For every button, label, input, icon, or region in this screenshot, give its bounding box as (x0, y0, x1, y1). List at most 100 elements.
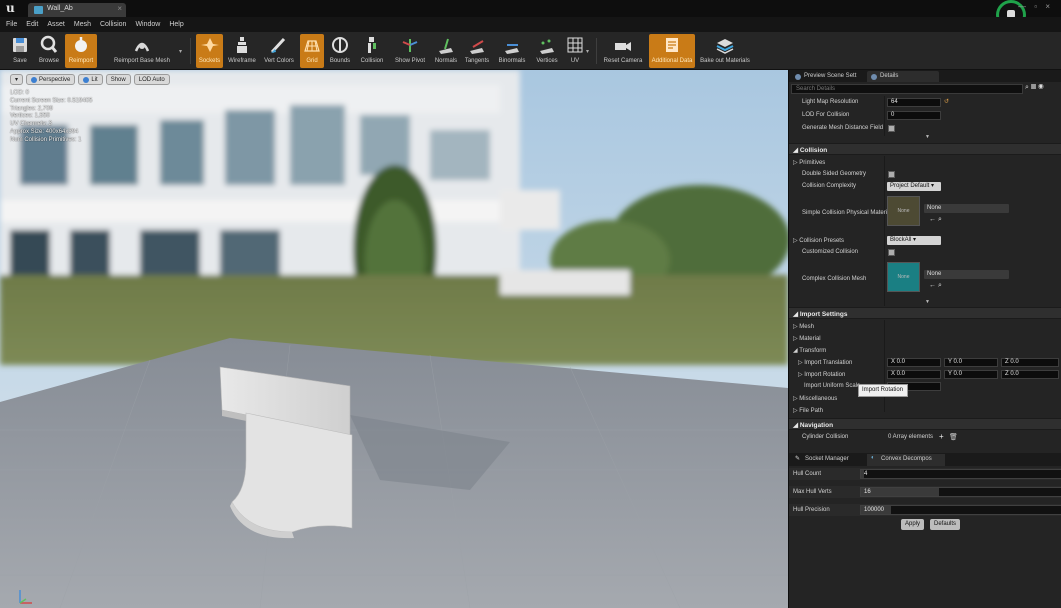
toolbar-divider (190, 38, 191, 64)
vertices-button[interactable]: Vertices (532, 34, 562, 68)
category-collision[interactable]: ◢ Collision (789, 143, 1061, 155)
menu-help[interactable]: Help (169, 21, 183, 28)
category-import-settings[interactable]: ◢ Import Settings (789, 307, 1061, 319)
translation-y-input[interactable]: Y 0.0 (944, 358, 998, 367)
eye-icon[interactable]: ◉ (1038, 84, 1044, 91)
physical-material-thumbnail[interactable]: None (887, 196, 920, 226)
menu-mesh[interactable]: Mesh (74, 21, 91, 28)
lit-button[interactable]: Lit (78, 74, 103, 85)
uv-button[interactable]: UV (565, 34, 585, 68)
viewport-options-button[interactable]: ▾ (10, 74, 24, 85)
reimport-button[interactable]: Reimport (65, 34, 97, 68)
menu-collision[interactable]: Collision (100, 21, 126, 28)
complex-mesh-thumbnail[interactable]: None (887, 262, 920, 292)
window-controls[interactable]: — ▫ × (1018, 2, 1053, 11)
translation-z-input[interactable]: Z 0.0 (1001, 358, 1059, 367)
miscellaneous-row[interactable]: ▷ Miscellaneous (789, 393, 1061, 404)
chevron-down-icon[interactable]: ▾ (586, 48, 589, 55)
search-icon[interactable]: ⌕ (1025, 84, 1029, 91)
menu-edit[interactable]: Edit (26, 21, 38, 28)
browse-button[interactable]: Browse (36, 34, 62, 68)
tab-preview-scene-settings[interactable]: Preview Scene Sett (791, 71, 860, 82)
complex-mesh-dropdown[interactable]: None (924, 270, 1009, 279)
vert-colors-icon (270, 37, 286, 54)
file-path-row[interactable]: ▷ File Path (789, 405, 1061, 416)
collision-complexity-dropdown[interactable]: Project Default ▾ (887, 182, 941, 191)
show-button[interactable]: Show (105, 74, 131, 85)
menu-file[interactable]: File (6, 21, 17, 28)
grid-button[interactable]: Grid (300, 34, 324, 68)
tangents-icon (470, 40, 484, 54)
import-mesh-row[interactable]: ▷ Mesh (789, 321, 1061, 332)
add-element-icon[interactable]: + (939, 432, 944, 441)
import-transform-row[interactable]: ◢ Transform (789, 345, 1061, 356)
expand-advanced-icon[interactable]: ▼ (925, 299, 931, 305)
additional-data-button[interactable]: Additional Data (649, 34, 695, 68)
tab-socket-manager[interactable]: ✎ Socket Manager (791, 454, 863, 466)
reset-camera-button[interactable]: Reset Camera (602, 34, 644, 68)
light-map-resolution-input[interactable]: 64 (887, 98, 941, 107)
double-sided-checkbox[interactable] (888, 171, 895, 178)
reset-arrow-icon[interactable]: ↺ (944, 98, 949, 105)
rotation-x-input[interactable]: X 0.0 (887, 370, 941, 379)
normals-button[interactable]: Normals (432, 34, 460, 68)
collision-button[interactable]: Collision (356, 34, 388, 68)
tab-details[interactable]: Details (867, 71, 939, 82)
primitives-row[interactable]: ▷ Primitives (789, 157, 1061, 168)
physical-material-dropdown[interactable]: None (924, 204, 1009, 213)
hull-count-row: Hull Count 4 (789, 468, 1061, 480)
collapse-arrow-icon: ◢ (793, 311, 800, 318)
document-tab[interactable]: Wall_Ab × (28, 3, 126, 17)
vert-colors-button[interactable]: Vert Colors (261, 34, 297, 68)
browse-asset-icon[interactable]: ← ⌕ (929, 282, 942, 290)
browse-asset-icon[interactable]: ← ⌕ (929, 216, 942, 224)
reimport-base-mesh-button[interactable]: Reimport Base Mesh (104, 34, 180, 68)
collision-presets-dropdown[interactable]: BlockAll ▾ (887, 236, 941, 245)
menu-asset[interactable]: Asset (47, 21, 65, 28)
bounds-button[interactable]: Bounds (327, 34, 353, 68)
hull-count-slider[interactable]: 4 (860, 469, 1061, 479)
translation-x-input[interactable]: X 0.0 (887, 358, 941, 367)
chevron-down-icon[interactable]: ▾ (179, 48, 182, 55)
sockets-icon (200, 38, 219, 52)
apply-button[interactable]: Apply (901, 519, 925, 530)
tooltip: Import Rotation (858, 384, 908, 397)
binormals-button[interactable]: Binormals (495, 34, 529, 68)
show-pivot-button[interactable]: Show Pivot (392, 34, 428, 68)
rotation-z-input[interactable]: Z 0.0 (1001, 370, 1059, 379)
lod-for-collision-input[interactable]: 0 (887, 111, 941, 120)
mesh-viewport[interactable]: ▾ Perspective Lit Show LOD Auto LOD: 0 C… (0, 70, 788, 608)
lod-auto-button[interactable]: LOD Auto (133, 74, 170, 85)
search-details-input[interactable]: Search Details (791, 84, 1023, 94)
additional-data-icon (666, 38, 678, 52)
title-bar: u Wall_Ab × — ▫ × (0, 0, 1061, 30)
panel-tabs: Preview Scene Sett Details (789, 70, 1061, 82)
wireframe-button[interactable]: Wireframe (226, 34, 258, 68)
reimport-icon (75, 37, 87, 52)
hull-precision-slider[interactable]: 100000 (860, 505, 1061, 515)
hull-precision-row: Hull Precision 100000 (789, 504, 1061, 516)
sockets-button[interactable]: Sockets (196, 34, 223, 68)
convex-decomposition-icon: ◐ (871, 455, 875, 461)
close-tab-icon[interactable]: × (117, 4, 122, 13)
stat-uv-channels: UV Channels: 3 (10, 121, 53, 128)
menu-window[interactable]: Window (135, 21, 160, 28)
generate-distance-field-checkbox[interactable] (888, 125, 895, 132)
rotation-y-input[interactable]: Y 0.0 (944, 370, 998, 379)
save-button[interactable]: Save (6, 34, 34, 68)
perspective-button[interactable]: Perspective (26, 74, 76, 85)
tab-convex-decomposition[interactable]: ◐ Convex Decompos (867, 454, 945, 466)
trash-icon[interactable]: 🗑 (949, 433, 958, 441)
customized-collision-checkbox[interactable] (888, 249, 895, 256)
import-material-row[interactable]: ▷ Material (789, 333, 1061, 344)
expand-advanced-icon[interactable]: ▼ (925, 134, 931, 140)
document-tab-label: Wall_Ab (47, 5, 73, 12)
category-navigation[interactable]: ◢ Navigation (789, 418, 1061, 430)
max-hull-verts-slider[interactable]: 16 (860, 487, 1061, 497)
tangents-button[interactable]: Tangents (462, 34, 492, 68)
customized-collision-row: Customized Collision (789, 247, 1061, 258)
defaults-button[interactable]: Defaults (930, 519, 961, 530)
grid-view-icon[interactable]: ▦ (1031, 84, 1036, 91)
bake-out-materials-button[interactable]: Bake out Materials (698, 34, 752, 68)
collision-icon (368, 37, 376, 53)
